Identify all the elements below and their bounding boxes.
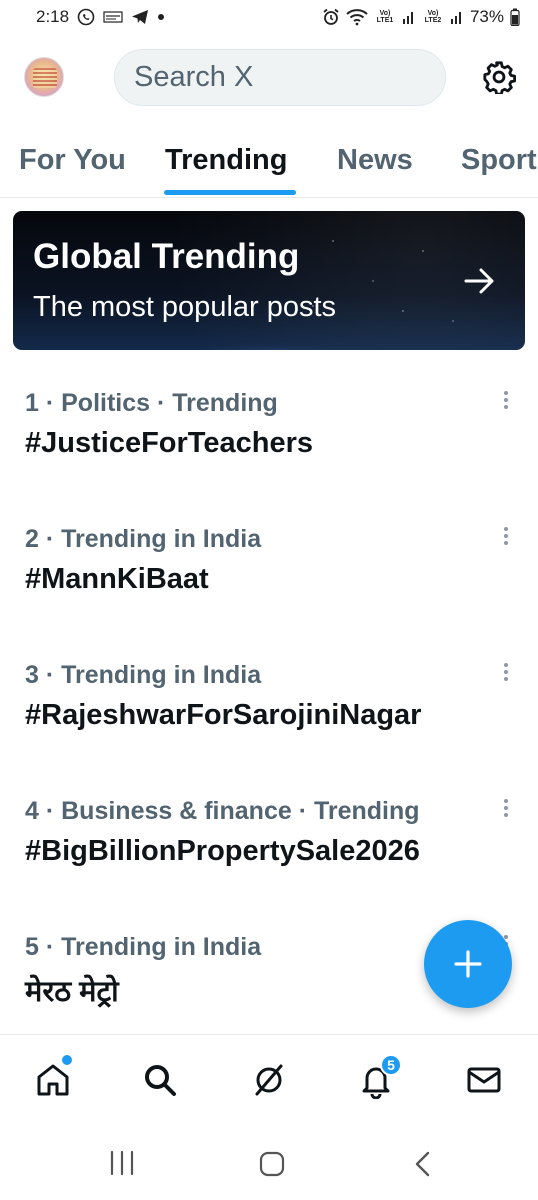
status-bar: 2:18 Vo) LTE1 Vo) LTE2 73% — [0, 0, 538, 34]
trend-item[interactable]: 3 · Trending in India #RajeshwarForSaroj… — [0, 661, 538, 797]
recent-apps-icon[interactable] — [108, 1150, 136, 1176]
back-icon[interactable] — [412, 1150, 432, 1178]
home-icon[interactable] — [34, 1061, 72, 1099]
news-app-icon — [103, 9, 123, 25]
avatar[interactable] — [24, 57, 64, 97]
search-placeholder: Search X — [134, 61, 254, 93]
trend-meta: 1 · Politics · Trending — [25, 389, 278, 417]
trend-meta: 2 · Trending in India — [25, 525, 262, 553]
banner-subtitle: The most popular posts — [33, 291, 337, 323]
trend-item[interactable]: 1 · Politics · Trending #JusticeForTeach… — [0, 389, 538, 525]
battery-percent: 73% — [469, 7, 504, 26]
tab-sport[interactable]: Sport — [461, 144, 537, 177]
mail-icon[interactable] — [465, 1061, 503, 1099]
sim1-label: Vo) LTE1 — [376, 10, 394, 24]
plus-icon — [454, 950, 482, 978]
search-input[interactable]: Search X — [114, 49, 446, 106]
tab-trending[interactable]: Trending — [165, 144, 287, 177]
wifi-icon — [346, 8, 368, 26]
signal2-icon — [450, 9, 464, 25]
trend-meta: 4 · Business & finance · Trending — [25, 797, 420, 825]
trend-name: #MannKiBaat — [25, 563, 209, 595]
tab-bar: For You Trending News Sport — [0, 130, 538, 198]
compose-post-button[interactable] — [424, 920, 512, 1008]
gear-icon[interactable] — [482, 60, 516, 94]
trend-name: #JusticeForTeachers — [25, 427, 313, 459]
system-nav-bar — [0, 1130, 538, 1200]
signal1-icon — [402, 9, 416, 25]
sim2-label: Vo) LTE2 — [424, 10, 442, 24]
telegram-icon — [131, 9, 149, 25]
tab-news[interactable]: News — [337, 144, 413, 177]
trend-name: मेरठ मेट्रो — [25, 976, 119, 1008]
search-icon[interactable] — [141, 1061, 179, 1099]
active-tab-indicator — [164, 190, 296, 195]
battery-icon — [510, 8, 520, 26]
bottom-nav: 5 — [0, 1034, 538, 1122]
trend-item[interactable]: 2 · Trending in India #MannKiBaat — [0, 525, 538, 661]
notifications-badge: 5 — [380, 1054, 402, 1076]
banner-background — [13, 211, 525, 350]
more-options-icon[interactable] — [496, 661, 516, 687]
top-header: Search X — [0, 44, 538, 110]
grok-icon[interactable] — [250, 1061, 288, 1099]
status-time: 2:18 — [36, 7, 70, 26]
home-unread-dot — [62, 1055, 72, 1065]
banner-title: Global Trending — [33, 237, 300, 276]
alarm-icon — [322, 8, 340, 26]
trend-name: #RajeshwarForSarojiniNagar — [25, 699, 422, 731]
tab-for-you[interactable]: For You — [19, 144, 126, 177]
notification-dot-icon — [157, 13, 165, 21]
trend-meta: 3 · Trending in India — [25, 661, 262, 689]
home-button-icon[interactable] — [258, 1150, 286, 1178]
whatsapp-icon — [77, 8, 95, 26]
more-options-icon[interactable] — [496, 525, 516, 551]
more-options-icon[interactable] — [496, 797, 516, 823]
more-options-icon[interactable] — [496, 389, 516, 415]
trend-name: #BigBillionPropertySale2026 — [25, 835, 420, 867]
global-trending-banner[interactable]: Global Trending The most popular posts — [13, 211, 525, 350]
trend-meta: 5 · Trending in India — [25, 933, 262, 961]
arrow-right-icon — [464, 268, 494, 294]
trend-item[interactable]: 4 · Business & finance · Trending #BigBi… — [0, 797, 538, 933]
